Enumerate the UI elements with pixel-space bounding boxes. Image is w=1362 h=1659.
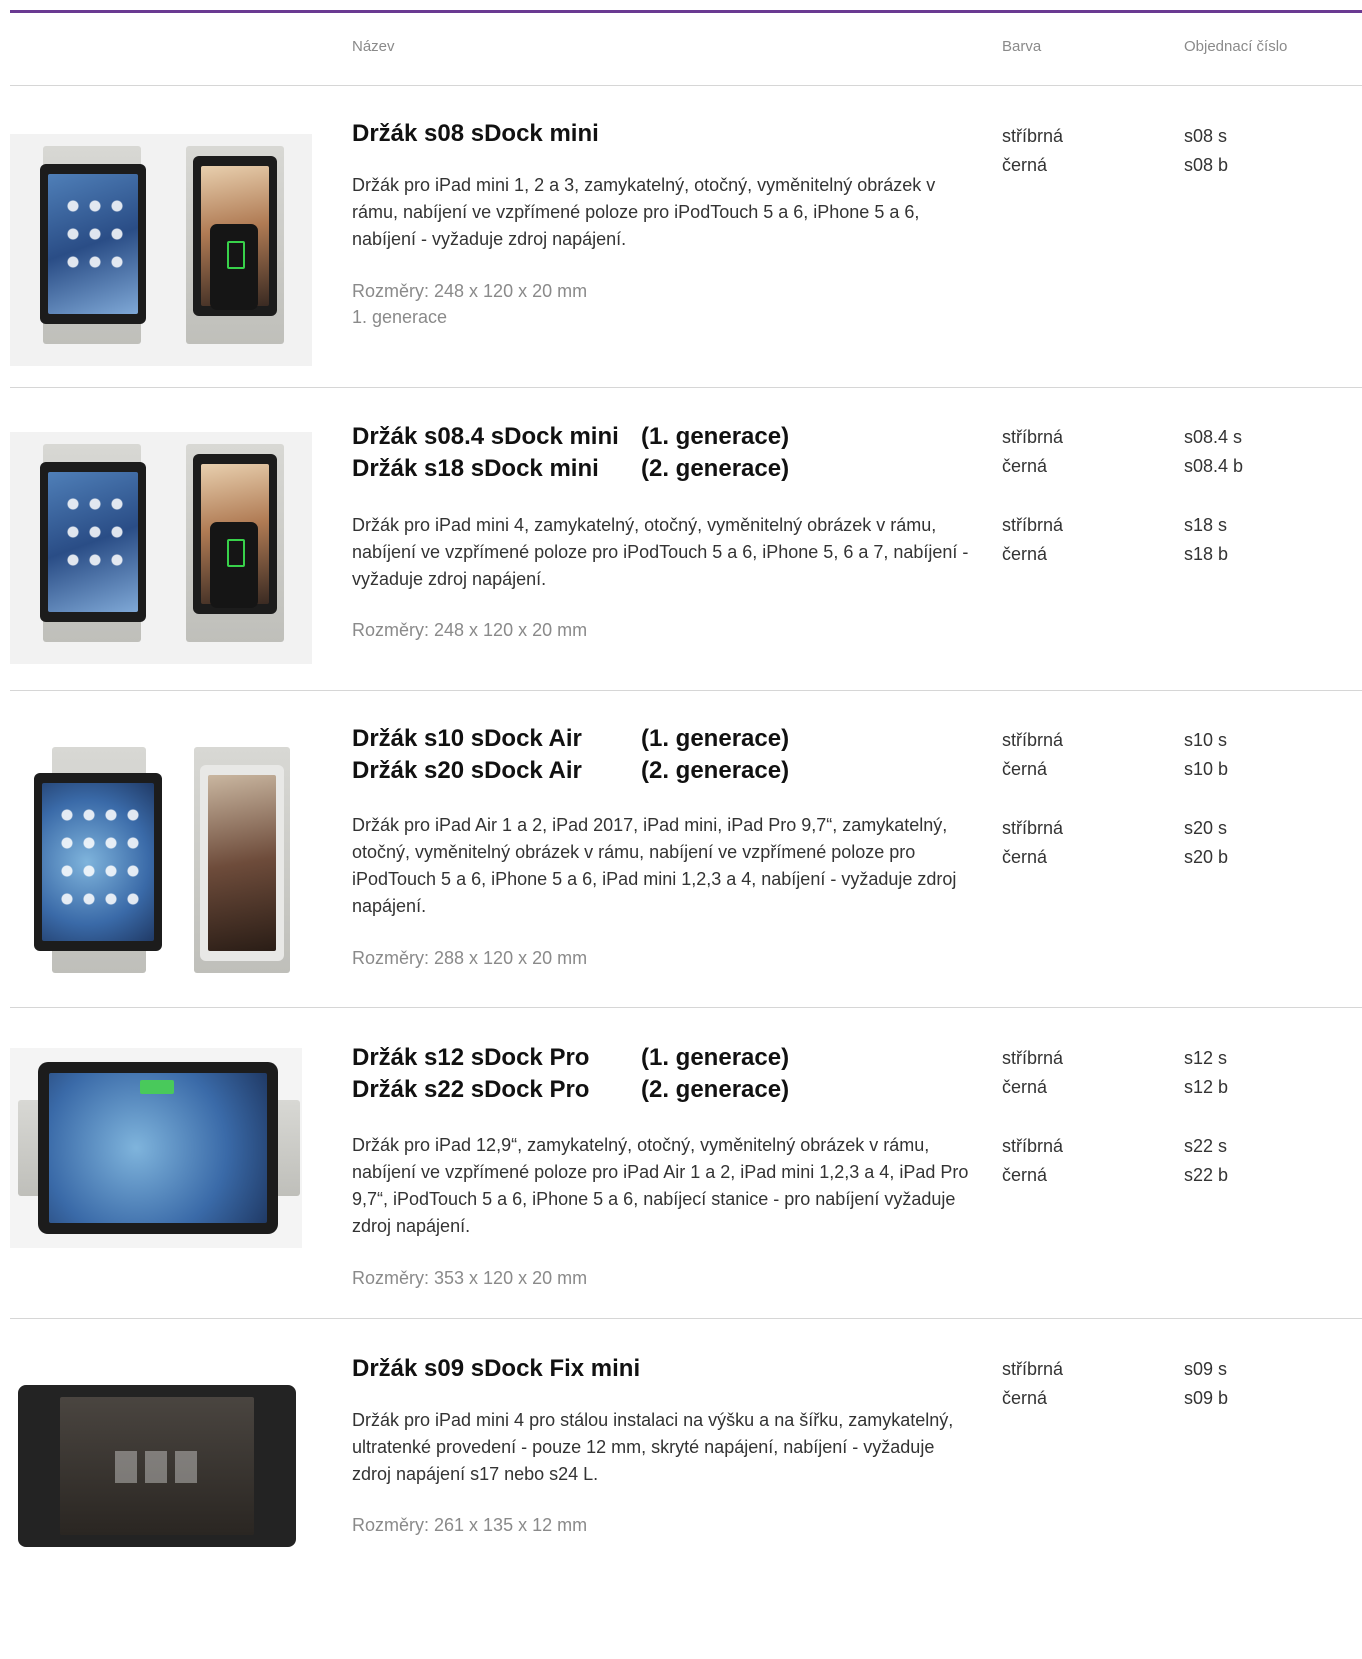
product-image	[10, 134, 312, 366]
order-code: s12 b	[1184, 1077, 1229, 1097]
color-black: černá	[1002, 155, 1048, 175]
order-code: s08.4 s	[1184, 427, 1243, 447]
divider	[10, 690, 1362, 691]
product-generation: 1. generace	[352, 307, 448, 327]
color-black: černá	[1002, 544, 1048, 564]
color-silver: stříbrná	[1002, 427, 1064, 447]
product-title: Držák s12 sDock Pro (1. generace)	[352, 1042, 992, 1074]
order-code: s20 s	[1184, 818, 1228, 838]
divider	[10, 85, 1362, 86]
product-name: Držák s10 sDock Air	[352, 725, 582, 752]
product-name: Držák s18 sDock mini	[352, 455, 599, 482]
order-code: s08 s	[1184, 126, 1228, 146]
color-silver: stříbrná	[1002, 730, 1064, 750]
color-silver: stříbrná	[1002, 1359, 1064, 1379]
product-description: Držák pro iPad mini 1, 2 a 3, zamykateln…	[352, 175, 936, 249]
product-dimensions: Rozměry: 248 x 120 x 20 mm	[352, 620, 588, 640]
column-header-color: Barva	[1002, 38, 1042, 55]
product-generation: (2. generace)	[641, 1076, 790, 1103]
product-image	[10, 1048, 302, 1248]
product-name: Držák s12 sDock Pro	[352, 1044, 590, 1071]
order-code: s20 b	[1184, 847, 1229, 867]
color-black: černá	[1002, 759, 1048, 779]
product-image	[10, 723, 312, 981]
product-generation: (1. generace)	[641, 423, 790, 450]
product-name: Držák s08.4 sDock mini	[352, 423, 619, 450]
order-code: s18 s	[1184, 515, 1228, 535]
product-title: Držák s10 sDock Air (1. generace)	[352, 723, 992, 755]
product-dimensions: Rozměry: 353 x 120 x 20 mm	[352, 1268, 588, 1288]
product-generation: (2. generace)	[641, 757, 790, 784]
order-code: s10 s	[1184, 730, 1228, 750]
color-black: černá	[1002, 1165, 1048, 1185]
order-code: s22 b	[1184, 1165, 1229, 1185]
product-title: Držák s18 sDock mini (2. generace)	[352, 453, 992, 485]
column-header-name: Název	[352, 38, 395, 55]
color-silver: stříbrná	[1002, 126, 1064, 146]
divider	[10, 1007, 1362, 1008]
color-black: černá	[1002, 847, 1048, 867]
color-black: černá	[1002, 456, 1048, 476]
order-code: s18 b	[1184, 544, 1229, 564]
order-code: s09 s	[1184, 1359, 1228, 1379]
product-image	[10, 1375, 302, 1551]
product-description: Držák pro iPad 12,9“, zamykatelný, otočn…	[352, 1135, 969, 1236]
product-title: Držák s08.4 sDock mini (1. generace)	[352, 421, 992, 453]
order-code: s08 b	[1184, 155, 1229, 175]
order-code: s10 b	[1184, 759, 1229, 779]
color-silver: stříbrná	[1002, 818, 1064, 838]
product-generation: (1. generace)	[641, 725, 790, 752]
order-code: s08.4 b	[1184, 456, 1244, 476]
product-name: Držák s20 sDock Air	[352, 757, 582, 784]
product-title: Držák s09 sDock Fix mini	[352, 1355, 641, 1382]
product-description: Držák pro iPad Air 1 a 2, iPad 2017, iPa…	[352, 815, 957, 916]
product-image	[10, 432, 312, 664]
product-title: Držák s22 sDock Pro (2. generace)	[352, 1074, 992, 1106]
product-description: Držák pro iPad mini 4 pro stálou instala…	[352, 1410, 954, 1484]
product-description: Držák pro iPad mini 4, zamykatelný, otoč…	[352, 515, 969, 589]
product-generation: (1. generace)	[641, 1044, 790, 1071]
color-black: černá	[1002, 1077, 1048, 1097]
order-code: s12 s	[1184, 1048, 1228, 1068]
column-header-order-number: Objednací číslo	[1184, 38, 1288, 55]
product-dimensions: Rozměry: 261 x 135 x 12 mm	[352, 1515, 588, 1535]
order-code: s09 b	[1184, 1388, 1229, 1408]
product-dimensions: Rozměry: 288 x 120 x 20 mm	[352, 948, 588, 968]
product-title: Držák s08 sDock mini	[352, 120, 599, 147]
product-dimensions: Rozměry: 248 x 120 x 20 mm	[352, 281, 588, 301]
product-title: Držák s20 sDock Air (2. generace)	[352, 755, 992, 787]
product-name: Držák s22 sDock Pro	[352, 1076, 590, 1103]
color-silver: stříbrná	[1002, 1048, 1064, 1068]
divider	[10, 1318, 1362, 1319]
color-silver: stříbrná	[1002, 515, 1064, 535]
product-generation: (2. generace)	[641, 455, 790, 482]
color-silver: stříbrná	[1002, 1136, 1064, 1156]
color-black: černá	[1002, 1388, 1048, 1408]
order-code: s22 s	[1184, 1136, 1228, 1156]
table-header: Název Barva Objednací číslo	[0, 0, 1362, 86]
divider	[10, 387, 1362, 388]
